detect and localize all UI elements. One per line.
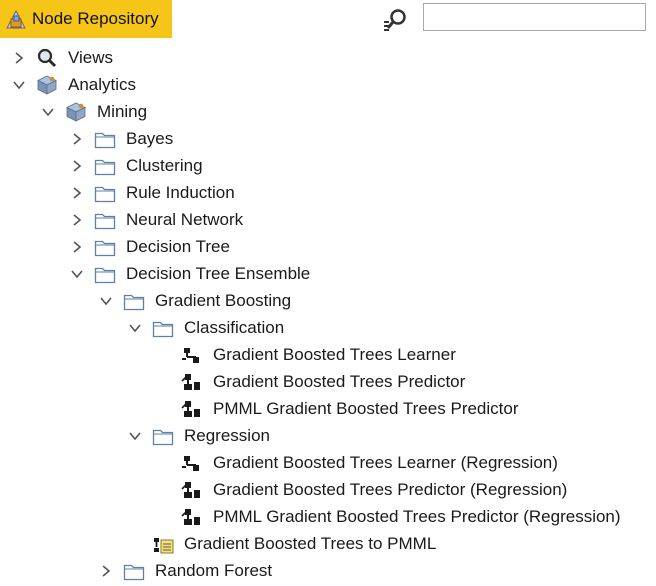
chevron-right-icon[interactable]	[70, 240, 84, 254]
folder-icon	[94, 183, 116, 203]
predictor-node-icon	[181, 372, 203, 392]
tree-item[interactable]: Random Forest	[0, 558, 656, 585]
tree-item-label: Random Forest	[155, 561, 273, 580]
chevron-down-icon[interactable]	[41, 105, 55, 119]
tree-item-label: Rule Induction	[126, 183, 235, 202]
tree-item[interactable]: PMML Gradient Boosted Trees Predictor	[0, 396, 656, 423]
chevron-right-icon[interactable]	[12, 51, 26, 65]
tree-item-label: Regression	[184, 426, 270, 445]
tree-item-label: Decision Tree	[126, 237, 230, 256]
panel-title: Node Repository	[32, 9, 159, 28]
tree-item[interactable]: Clustering	[0, 153, 656, 180]
tree-item-label: Gradient Boosted Trees Predictor (Regres…	[213, 480, 568, 499]
chevron-down-icon[interactable]	[128, 429, 142, 443]
learner-node-icon	[181, 345, 203, 365]
chevron-right-icon[interactable]	[99, 564, 113, 578]
tree-item[interactable]: Gradient Boosted Trees Learner	[0, 342, 656, 369]
tree-item-label: Gradient Boosted Trees Predictor	[213, 372, 466, 391]
cube-category-icon	[65, 102, 87, 122]
tree-item[interactable]: PMML Gradient Boosted Trees Predictor (R…	[0, 504, 656, 531]
folder-icon	[94, 237, 116, 257]
chevron-right-icon[interactable]	[70, 132, 84, 146]
tab-node-repository[interactable]: Node Repository	[0, 0, 172, 38]
folder-icon	[94, 210, 116, 230]
predictor-node-icon	[181, 480, 203, 500]
tree-item[interactable]: Gradient Boosted Trees Predictor (Regres…	[0, 477, 656, 504]
tree-item[interactable]: Rule Induction	[0, 180, 656, 207]
chevron-down-icon[interactable]	[12, 78, 26, 92]
search-node-icon[interactable]	[382, 7, 408, 33]
folder-icon	[152, 318, 174, 338]
tree-item-label: Gradient Boosted Trees to PMML	[184, 534, 437, 553]
folder-icon	[123, 561, 145, 581]
tree-item-label: Neural Network	[126, 210, 244, 229]
tree-item-label: PMML Gradient Boosted Trees Predictor (R…	[213, 507, 621, 526]
magnifier-icon	[36, 48, 58, 68]
tree-item-label: Clustering	[126, 156, 203, 175]
folder-icon	[94, 156, 116, 176]
folder-icon	[94, 129, 116, 149]
chevron-right-icon[interactable]	[70, 159, 84, 173]
predictor-node-icon	[181, 399, 203, 419]
toolbar: Node Repository	[0, 0, 656, 40]
tree-item[interactable]: Gradient Boosted Trees to PMML	[0, 531, 656, 558]
tree-item[interactable]: Mining	[0, 99, 656, 126]
tree-item-label: Gradient Boosted Trees Learner	[213, 345, 456, 364]
cube-category-icon	[36, 75, 58, 95]
tree-item[interactable]: Neural Network	[0, 207, 656, 234]
tree-item[interactable]: Analytics	[0, 72, 656, 99]
tree-item[interactable]: Decision Tree Ensemble	[0, 261, 656, 288]
search-input[interactable]	[423, 3, 646, 31]
node-repository-icon	[6, 9, 26, 29]
folder-icon	[94, 264, 116, 284]
tree-item-label: Gradient Boosted Trees Learner (Regressi…	[213, 453, 558, 472]
tree-item-label: Bayes	[126, 129, 174, 148]
tree-item-label: Classification	[184, 318, 285, 337]
chevron-down-icon[interactable]	[128, 321, 142, 335]
tree-item[interactable]: Bayes	[0, 126, 656, 153]
learner-node-icon	[181, 453, 203, 473]
tree-item-label: Analytics	[68, 75, 137, 94]
chevron-down-icon[interactable]	[70, 267, 84, 281]
chevron-down-icon[interactable]	[99, 294, 113, 308]
pmml-converter-icon	[152, 534, 174, 554]
chevron-right-icon[interactable]	[70, 186, 84, 200]
tree-item-label: Mining	[97, 102, 148, 121]
chevron-right-icon[interactable]	[70, 213, 84, 227]
tree-item[interactable]: Regression	[0, 423, 656, 450]
predictor-node-icon	[181, 507, 203, 527]
tree-item[interactable]: Decision Tree	[0, 234, 656, 261]
tree-item[interactable]: Gradient Boosted Trees Predictor	[0, 369, 656, 396]
tree-item-label: Gradient Boosting	[155, 291, 292, 310]
folder-icon	[152, 426, 174, 446]
tree-item-label: Decision Tree Ensemble	[126, 264, 311, 283]
tree-item[interactable]: Gradient Boosted Trees Learner (Regressi…	[0, 450, 656, 477]
tree-item[interactable]: Views	[0, 45, 656, 72]
tree-item-label: Views	[68, 48, 114, 67]
folder-icon	[123, 291, 145, 311]
tree-item-label: PMML Gradient Boosted Trees Predictor	[213, 399, 519, 418]
tree-item[interactable]: Classification	[0, 315, 656, 342]
tree-item[interactable]: Gradient Boosting	[0, 288, 656, 315]
